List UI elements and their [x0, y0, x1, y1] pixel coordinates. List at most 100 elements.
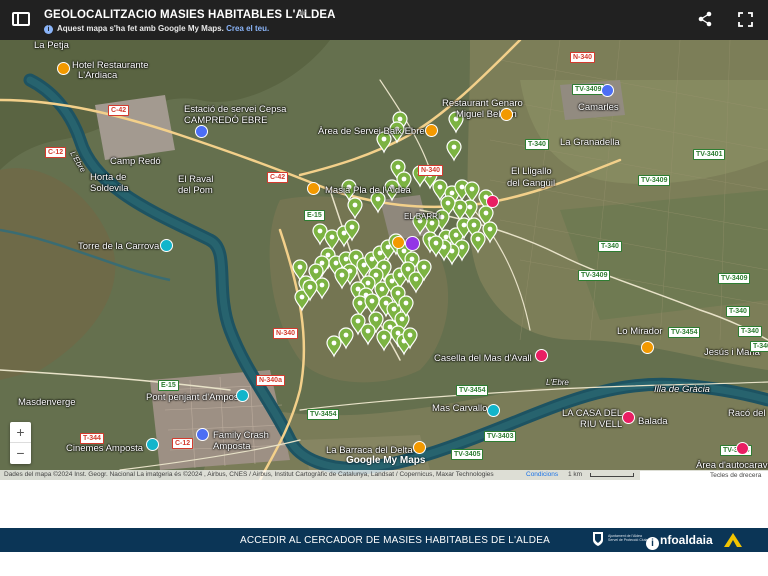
hotel-icon[interactable]	[535, 349, 548, 362]
place-label: LA CASA DEL	[562, 408, 623, 419]
hotel-icon[interactable]	[736, 442, 749, 455]
road-label: T-340	[598, 241, 622, 252]
road-label: N-340a	[256, 375, 285, 386]
restaurant-icon[interactable]	[57, 62, 70, 75]
road-label: C-12	[172, 438, 194, 449]
road-label: T-340	[738, 326, 762, 337]
place-label: El Lligallo	[511, 166, 552, 177]
place-label: del Pom	[178, 185, 213, 196]
road-label: C-42	[108, 105, 130, 116]
government-icon[interactable]	[196, 428, 209, 441]
road-label: T-340	[525, 139, 549, 150]
place-label: RIU VELL	[580, 419, 623, 430]
place-label: L'Ebre	[546, 378, 569, 387]
info-i-icon: i	[646, 537, 659, 550]
star-icon[interactable]: ★	[298, 8, 307, 19]
restaurant-icon[interactable]	[500, 108, 513, 121]
place-label: Family Crash	[213, 430, 269, 441]
road-label: TV-3409	[638, 175, 671, 186]
place-label: La Granadella	[560, 137, 620, 148]
subtitle-text: Aquest mapa s'ha fet amb Google My Maps.	[57, 24, 224, 33]
place-label: EL BARRI	[404, 212, 441, 221]
place-label: CAMPREDÓ EBRE	[184, 115, 268, 126]
place-label: Àrea de Servei Baix Ebre	[318, 126, 425, 137]
road-label: TV-3454	[668, 327, 701, 338]
road-label: T-340	[726, 306, 750, 317]
place-label: Horta de	[90, 172, 127, 183]
gas-station-icon[interactable]	[195, 125, 208, 138]
place-label: Racó del	[728, 408, 766, 419]
road-label: T-340	[750, 341, 768, 352]
sidebar-toggle-icon[interactable]	[12, 12, 30, 26]
place-label: Camp Redó	[110, 156, 161, 167]
place-label: Restaurant Genaro	[442, 98, 523, 109]
place-label: Torre de la Carrova	[78, 241, 160, 252]
restaurant-icon[interactable]	[307, 182, 320, 195]
attraction-icon[interactable]	[487, 404, 500, 417]
post-office-icon[interactable]	[392, 236, 405, 249]
road-label: C-42	[267, 172, 289, 183]
place-label: Masdenverge	[18, 397, 76, 408]
map-subtitle: Aquest mapa s'ha fet amb Google My Maps.…	[57, 24, 269, 33]
aldea-brand-icon	[724, 533, 742, 547]
fullscreen-icon[interactable]	[738, 12, 753, 27]
place-label: Masia Pla de l'Aldea	[325, 185, 411, 196]
share-icon[interactable]	[697, 11, 713, 27]
road-label: TV-3454	[456, 385, 489, 396]
map-header: GEOLOCALITZACIO MASIES HABITABLES L'ALDE…	[0, 0, 768, 40]
place-label: Cinemes Amposta	[66, 443, 144, 454]
road-label: E-15	[304, 210, 325, 221]
place-label: Illa de Gràcia	[654, 384, 710, 395]
search-masies-link[interactable]: ACCEDIR AL CERCADOR DE MASIES HABITABLES…	[240, 535, 550, 546]
attraction-icon[interactable]	[146, 438, 159, 451]
place-label: del Gangüil	[507, 178, 556, 189]
ajuntament-shield-icon	[593, 532, 603, 546]
restaurant-icon[interactable]	[413, 441, 426, 454]
place-label: Camarles	[578, 102, 619, 113]
hotel-icon[interactable]	[622, 411, 635, 424]
road-label: TV-3409	[718, 273, 751, 284]
google-my-maps-logo: Google My Maps	[346, 455, 426, 466]
place-label: El Raval	[178, 174, 214, 185]
info-icon: i	[44, 25, 53, 34]
place-label: Balada	[638, 416, 668, 427]
restaurant-icon[interactable]	[425, 124, 438, 137]
hospital-icon[interactable]	[405, 236, 420, 251]
hotel-icon[interactable]	[486, 195, 499, 208]
footer-banner: ACCEDIR AL CERCADOR DE MASIES HABITABLES…	[0, 528, 768, 552]
road-label: TV-3409	[572, 84, 605, 95]
place-label: Mas Carvallo	[432, 403, 488, 414]
zoom-in-button[interactable]: +	[10, 422, 31, 443]
place-label: Estació de servei Cepsa	[184, 104, 287, 115]
road-label: N-340	[418, 165, 444, 176]
restaurant-icon[interactable]	[641, 341, 654, 354]
place-label: L'Ardiaca	[78, 70, 118, 81]
road-label: TV-3401	[693, 149, 726, 160]
attraction-icon[interactable]	[236, 389, 249, 402]
road-label: TV-3454	[307, 409, 340, 420]
place-label: Casella del Mas d'Avall	[434, 353, 532, 364]
road-label: T-344	[80, 433, 104, 444]
place-label: La Petja	[34, 40, 69, 51]
create-map-link[interactable]: Crea el teu.	[226, 24, 269, 33]
road-label: TV-3409	[578, 270, 611, 281]
road-label: N-340	[570, 52, 596, 63]
road-label: N-340	[273, 328, 299, 339]
road-label: TV-3403	[484, 431, 517, 442]
keyboard-shortcuts-link[interactable]: Tecles de drecera	[640, 471, 768, 480]
zoom-out-button[interactable]: −	[10, 443, 31, 464]
scale-bar	[590, 473, 634, 477]
place-label: Amposta	[213, 441, 251, 452]
attraction-icon[interactable]	[160, 239, 173, 252]
place-label: Lo Mirador	[617, 326, 663, 337]
map-title: GEOLOCALITZACIO MASIES HABITABLES L'ALDE…	[44, 9, 336, 21]
bus-station-icon[interactable]	[601, 84, 614, 97]
zoom-control: + −	[10, 422, 31, 464]
infoaldea-text: nfoaldaia	[660, 533, 713, 547]
road-label: TV-3405	[451, 449, 484, 460]
map-canvas[interactable]: La Petja Hotel Restaurante L'Ardiaca Est…	[0, 40, 768, 480]
terms-link[interactable]: Condicions	[526, 470, 558, 480]
infoaldea-logo[interactable]: i nfoaldaia	[646, 533, 713, 550]
scale-label: 1 km	[568, 471, 583, 478]
attribution-text: Dades del mapa ©2024 Inst. Geogr. Nacion…	[4, 471, 494, 478]
